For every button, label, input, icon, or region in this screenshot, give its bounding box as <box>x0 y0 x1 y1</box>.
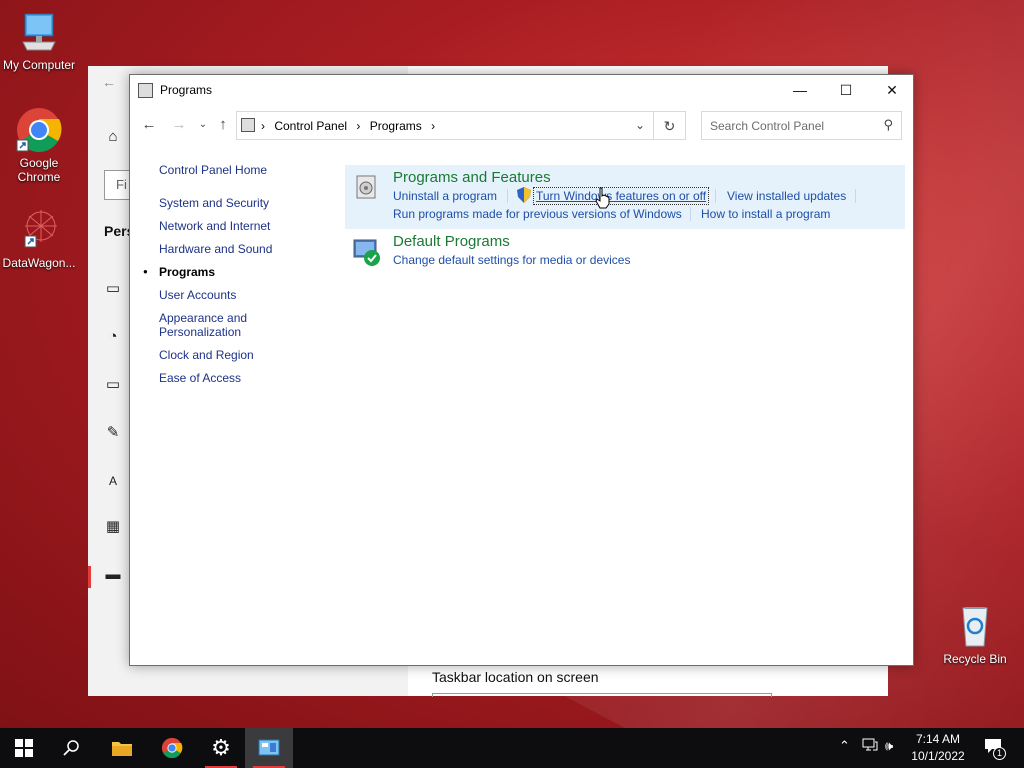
programs-and-features-link[interactable]: Programs and Features <box>393 169 551 186</box>
how-to-install-link[interactable]: How to install a program <box>701 207 830 221</box>
colors-icon[interactable]: ◔ <box>102 326 124 348</box>
start-button[interactable] <box>0 728 48 768</box>
computer-icon <box>15 8 63 56</box>
windows-logo-icon <box>15 739 33 757</box>
background-icon[interactable]: ▭ <box>102 278 124 300</box>
category-default-programs: Default Programs Change default settings… <box>345 233 905 271</box>
network-icon[interactable] <box>862 738 878 755</box>
file-explorer-button[interactable] <box>98 728 146 768</box>
taskbar-icon[interactable]: ▬ <box>102 564 124 586</box>
desktop: My Computer Google Chrome DataWagon... R… <box>0 0 1024 728</box>
control-panel-icon <box>258 739 280 756</box>
search-icon[interactable]: ⚲ <box>883 117 893 133</box>
default-programs-icon <box>351 237 381 267</box>
sidebar-item-user-accounts[interactable]: User Accounts <box>159 288 339 302</box>
forward-arrow-icon[interactable]: → <box>169 115 189 135</box>
gear-icon: ⚙ <box>211 735 231 760</box>
sidebar: Control Panel Home System and Security N… <box>143 163 339 394</box>
search-input[interactable]: Search Control Panel ⚲ <box>701 111 902 140</box>
desktop-icon-chrome[interactable]: Google Chrome <box>0 106 78 184</box>
default-programs-link[interactable]: Default Programs <box>393 233 510 250</box>
chrome-taskbar-button[interactable] <box>148 728 196 768</box>
separator <box>715 189 716 203</box>
lock-screen-icon[interactable]: ▭ <box>102 374 124 396</box>
selection-indicator <box>88 566 91 588</box>
taskbar-location-label: Taskbar location on screen <box>432 669 599 685</box>
sidebar-item-ease-of-access[interactable]: Ease of Access <box>159 371 339 385</box>
desktop-icon-datawagon[interactable]: DataWagon... <box>0 206 78 270</box>
address-dropdown-chevron-icon[interactable]: ⌄ <box>635 118 645 132</box>
mouse-pointer-hand-icon <box>595 187 611 214</box>
notification-count-badge: 1 <box>993 747 1006 760</box>
minimize-button[interactable]: — <box>777 75 823 105</box>
sidebar-item-programs: Programs <box>143 265 339 279</box>
title-bar[interactable]: Programs — ☐ ✕ <box>130 75 913 105</box>
recycle-bin-icon <box>951 602 999 650</box>
desktop-icon-label: My Computer <box>2 58 76 72</box>
close-button[interactable]: ✕ <box>869 75 915 105</box>
sidebar-item-appearance[interactable]: Appearance and Personalization <box>159 311 269 339</box>
themes-icon[interactable]: ✎ <box>102 422 124 444</box>
search-placeholder: Search Control Panel <box>710 119 825 133</box>
breadcrumb: › Control Panel › Programs › <box>261 119 441 133</box>
folder-icon <box>112 742 132 756</box>
chrome-icon <box>15 106 63 154</box>
home-icon[interactable]: ⌂ <box>102 126 124 148</box>
taskbar-location-dropdown[interactable] <box>432 693 772 697</box>
separator <box>855 189 856 203</box>
run-older-programs-link[interactable]: Run programs made for previous versions … <box>393 207 682 221</box>
uninstall-program-link[interactable]: Uninstall a program <box>393 189 497 203</box>
change-default-settings-link[interactable]: Change default settings for media or dev… <box>393 253 630 267</box>
search-button[interactable] <box>48 728 96 768</box>
back-arrow-icon[interactable]: ← <box>139 115 159 135</box>
control-panel-icon <box>138 83 153 98</box>
refresh-icon[interactable]: ↻ <box>654 111 686 140</box>
clock-date: 10/1/2022 <box>911 749 965 763</box>
taskbar: ⚙ ⌃ 🕪 7:14 AM 10/1/2022 1 <box>0 728 1024 768</box>
search-icon <box>63 740 79 756</box>
sidebar-item-control-panel-home[interactable]: Control Panel Home <box>159 163 339 177</box>
category-programs-and-features: Programs and Features Uninstall a progra… <box>345 165 905 229</box>
separator <box>690 207 691 221</box>
datawagon-icon <box>15 206 63 254</box>
up-arrow-icon[interactable]: ↑ <box>213 115 233 135</box>
fonts-icon[interactable]: A <box>102 470 124 492</box>
chrome-icon <box>161 737 183 759</box>
breadcrumb-separator: › <box>356 119 361 133</box>
back-arrow-icon[interactable]: ← <box>102 74 116 90</box>
desktop-icon-recycle-bin[interactable]: Recycle Bin <box>936 602 1014 666</box>
control-panel-taskbar-button[interactable] <box>245 728 293 768</box>
desktop-icon-label: Google Chrome <box>17 156 61 184</box>
desktop-icon-my-computer[interactable]: My Computer <box>0 8 78 72</box>
sidebar-item-clock-and-region[interactable]: Clock and Region <box>159 348 339 362</box>
shield-icon <box>517 187 531 203</box>
address-bar[interactable]: › Control Panel › Programs › ⌄ <box>236 111 654 140</box>
separator <box>507 189 508 203</box>
sidebar-item-network-and-internet[interactable]: Network and Internet <box>159 219 339 233</box>
desktop-icon-label: DataWagon... <box>2 256 76 270</box>
programs-and-features-icon <box>351 171 381 201</box>
settings-taskbar-button[interactable]: ⚙ <box>197 728 245 768</box>
breadcrumb-control-panel[interactable]: Control Panel <box>274 119 347 133</box>
clock[interactable]: 7:14 AM 10/1/2022 <box>906 731 970 765</box>
address-row: ← → ⌄ ↑ › Control Panel › Programs › ⌄ ↻… <box>130 109 913 141</box>
sidebar-item-system-and-security[interactable]: System and Security <box>159 196 339 210</box>
view-installed-updates-link[interactable]: View installed updates <box>727 189 846 203</box>
clock-time: 7:14 AM <box>915 732 961 746</box>
recent-locations-chevron-icon[interactable]: ⌄ <box>193 115 213 135</box>
desktop-icon-label: Recycle Bin <box>943 652 1007 666</box>
breadcrumb-separator: › <box>261 119 265 133</box>
show-hidden-icons-chevron-icon[interactable]: ⌃ <box>839 738 850 754</box>
maximize-button[interactable]: ☐ <box>823 75 869 105</box>
volume-icon[interactable]: 🕪 <box>885 738 893 754</box>
window-title: Programs <box>160 83 213 97</box>
breadcrumb-separator[interactable]: › <box>431 119 435 133</box>
turn-windows-features-link[interactable]: Turn Windows features on or off <box>533 187 710 205</box>
sidebar-item-hardware-and-sound[interactable]: Hardware and Sound <box>159 242 339 256</box>
start-icon[interactable]: ▦ <box>102 516 124 538</box>
breadcrumb-programs[interactable]: Programs <box>370 119 422 133</box>
control-panel-window: Programs — ☐ ✕ ← → ⌄ ↑ › Control Panel ›… <box>129 74 914 666</box>
action-center-button[interactable]: 1 <box>984 738 1006 760</box>
control-panel-icon <box>241 118 255 132</box>
